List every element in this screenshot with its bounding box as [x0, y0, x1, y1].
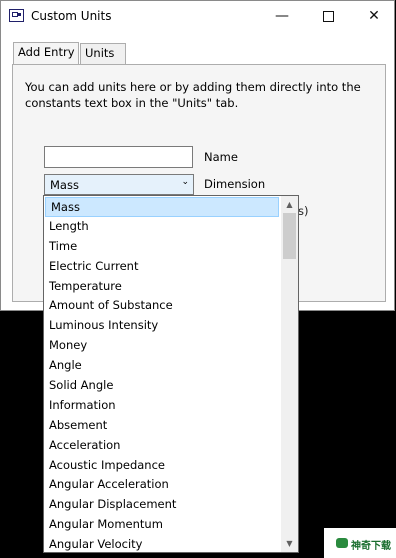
watermark-logo: 神奇下载 [324, 528, 396, 558]
dropdown-option[interactable]: Time [44, 237, 280, 257]
dropdown-option[interactable]: Angular Acceleration [44, 475, 280, 495]
dropdown-option[interactable]: Angle [44, 356, 280, 376]
dropdown-options: Mass Length Time Electric Current Temperatur… [44, 196, 280, 552]
dropdown-option[interactable]: Acoustic Impedance [44, 456, 280, 476]
dropdown-option[interactable]: Temperature [44, 277, 280, 297]
dropdown-option[interactable]: Information [44, 396, 280, 416]
dropdown-option[interactable]: Luminous Intensity [44, 316, 280, 336]
dropdown-option[interactable]: Angular Displacement [44, 495, 280, 515]
dropdown-option[interactable]: Electric Current [44, 257, 280, 277]
title-bar: Custom Units — ✕ [1, 1, 394, 32]
dimension-selected-value: Mass [50, 178, 79, 192]
dropdown-option[interactable]: Mass [45, 197, 279, 217]
tab-add-entry[interactable]: Add Entry [13, 42, 79, 64]
dropdown-option[interactable]: Absement [44, 416, 280, 436]
dropdown-option[interactable]: Money [44, 336, 280, 356]
dimension-label: Dimension [204, 177, 266, 191]
close-button[interactable]: ✕ [351, 1, 396, 32]
dropdown-option[interactable]: Angular Velocity [44, 535, 280, 552]
scroll-thumb[interactable] [283, 213, 296, 259]
name-input[interactable] [44, 146, 193, 168]
dropdown-option[interactable]: Length [44, 217, 280, 237]
hidden-label-fragment: s) [298, 204, 309, 218]
dropdown-option[interactable]: Angular Momentum [44, 515, 280, 535]
maximize-button[interactable] [305, 1, 351, 32]
maximize-icon [322, 10, 334, 22]
scroll-down-icon[interactable]: ▼ [281, 535, 298, 552]
scroll-up-icon[interactable]: ▲ [281, 196, 298, 213]
watermark-text: 神奇下载 [351, 541, 391, 552]
name-label: Name [204, 150, 238, 164]
app-icon [9, 9, 24, 22]
minimize-button[interactable]: — [259, 1, 305, 32]
watermark-icon [336, 538, 348, 548]
tab-units[interactable]: Units [80, 43, 126, 64]
dropdown-option[interactable]: Amount of Substance [44, 296, 280, 316]
description-text: You can add units here or by adding them… [25, 80, 361, 110]
dimension-dropdown-list[interactable]: Mass Length Time Electric Current Temperatur… [43, 195, 299, 553]
dimension-select[interactable]: Mass ⌄ [44, 174, 194, 195]
dropdown-option[interactable]: Solid Angle [44, 376, 280, 396]
window-title: Custom Units [31, 9, 112, 23]
dropdown-scrollbar[interactable]: ▲ ▼ [281, 196, 298, 552]
dropdown-option[interactable]: Acceleration [44, 436, 280, 456]
chevron-down-icon: ⌄ [181, 177, 189, 187]
